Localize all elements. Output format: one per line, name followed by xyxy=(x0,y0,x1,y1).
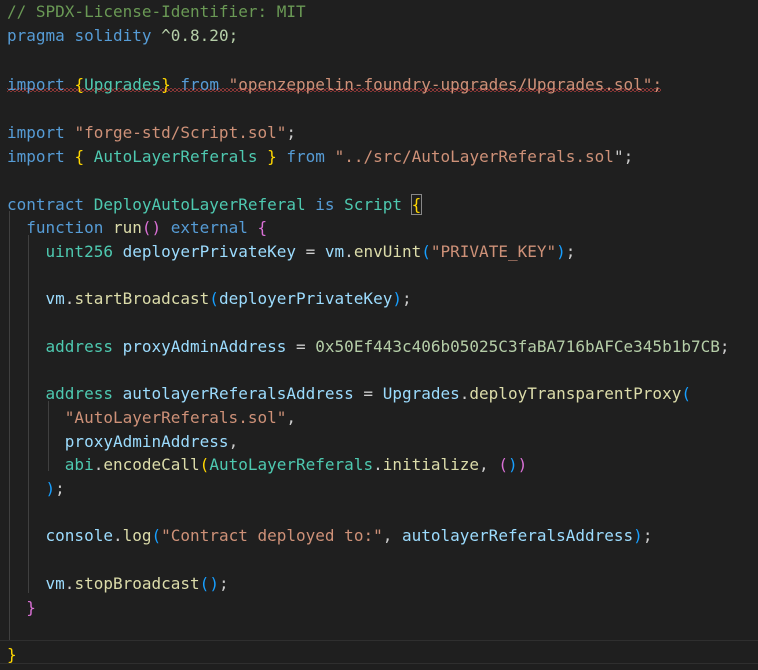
code-line[interactable]: console.log("Contract deployed to:", aut… xyxy=(7,524,653,548)
code-line[interactable]: vm.startBroadcast(deployerPrivateKey); xyxy=(7,287,412,311)
code-line[interactable]: vm.stopBroadcast(); xyxy=(7,572,229,596)
current-line-highlight xyxy=(0,640,758,664)
code-line[interactable]: contract DeployAutoLayerReferal is Scrip… xyxy=(7,193,423,217)
code-line[interactable]: abi.encodeCall(AutoLayerReferals.initial… xyxy=(7,453,527,477)
code-line[interactable]: import {Upgrades} from "openzeppelin-fou… xyxy=(7,73,662,97)
code-line[interactable]: // SPDX-License-Identifier: MIT xyxy=(7,0,306,24)
code-line[interactable]: import { AutoLayerReferals } from "../sr… xyxy=(7,145,633,169)
code-line[interactable]: ); xyxy=(7,477,65,501)
code-line[interactable]: function run() external { xyxy=(7,216,267,240)
code-line[interactable]: pragma solidity ^0.8.20; xyxy=(7,24,238,48)
code-line[interactable]: "AutoLayerReferals.sol", xyxy=(7,406,296,430)
code-line[interactable]: } xyxy=(7,596,36,620)
code-editor[interactable]: // SPDX-License-Identifier: MIT pragma so… xyxy=(0,0,758,670)
code-line[interactable]: address autolayerReferalsAddress = Upgra… xyxy=(7,382,691,406)
code-line[interactable]: } xyxy=(7,643,17,667)
code-line[interactable]: address proxyAdminAddress = 0x50Ef443c40… xyxy=(7,335,730,359)
code-line[interactable]: uint256 deployerPrivateKey = vm.envUint(… xyxy=(7,240,576,264)
code-line[interactable]: proxyAdminAddress, xyxy=(7,430,238,454)
code-line[interactable]: import "forge-std/Script.sol"; xyxy=(7,121,296,145)
